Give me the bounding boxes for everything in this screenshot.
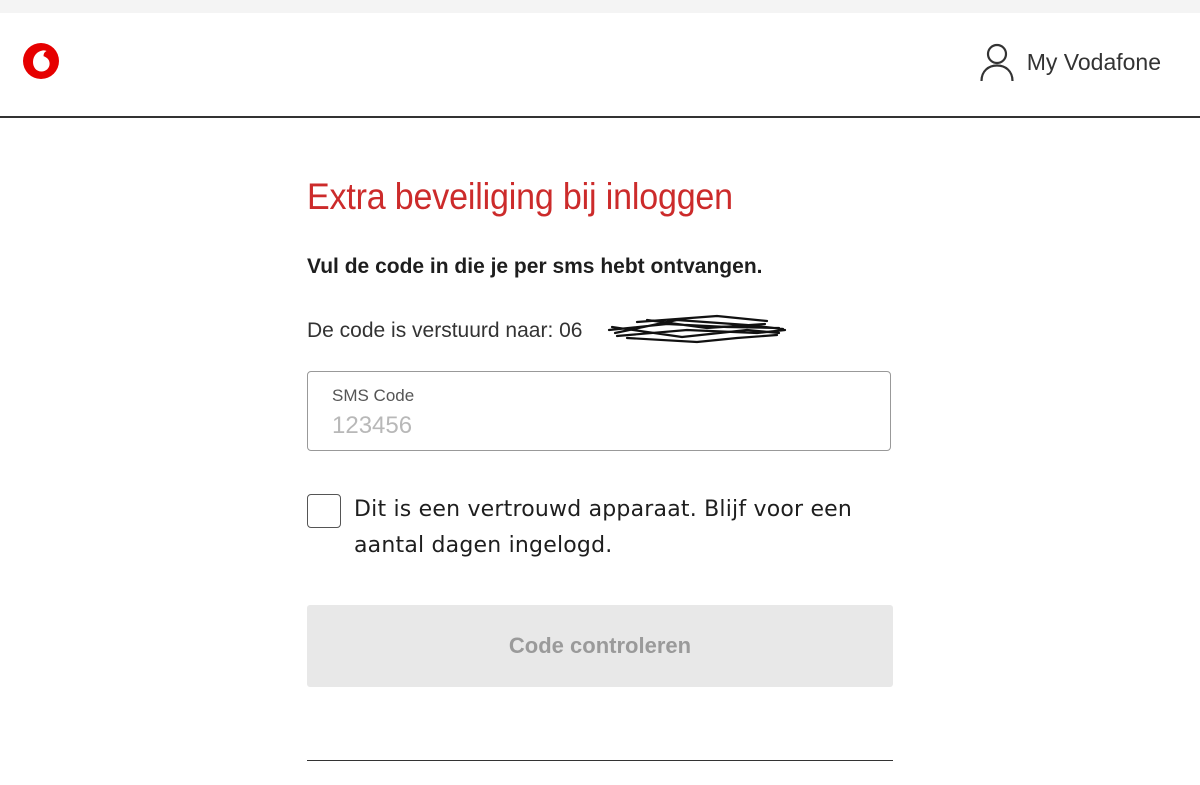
site-header: My Vodafone bbox=[0, 13, 1200, 118]
vodafone-logo-icon[interactable] bbox=[23, 43, 59, 79]
page-title: Extra beveiliging bij inloggen bbox=[307, 176, 733, 217]
trusted-device-checkbox[interactable] bbox=[307, 494, 341, 528]
redaction-scribble bbox=[607, 314, 787, 344]
my-vodafone-link[interactable]: My Vodafone bbox=[979, 42, 1161, 82]
trusted-device-label[interactable]: Dit is een vertrouwd apparaat. Blijf voo… bbox=[354, 492, 914, 564]
sms-code-input[interactable] bbox=[332, 410, 852, 442]
divider bbox=[307, 760, 893, 761]
sms-code-label: SMS Code bbox=[332, 386, 415, 405]
sent-to-text: De code is verstuurd naar: 06 bbox=[307, 319, 583, 342]
instruction-text: Vul de code in die je per sms hebt ontva… bbox=[307, 255, 763, 278]
user-icon bbox=[980, 43, 1014, 82]
sms-code-field[interactable]: SMS Code bbox=[307, 371, 891, 451]
verify-code-button[interactable]: Code controleren bbox=[307, 605, 893, 687]
browser-top-strip bbox=[0, 0, 1200, 13]
my-vodafone-label: My Vodafone bbox=[1026, 48, 1161, 75]
